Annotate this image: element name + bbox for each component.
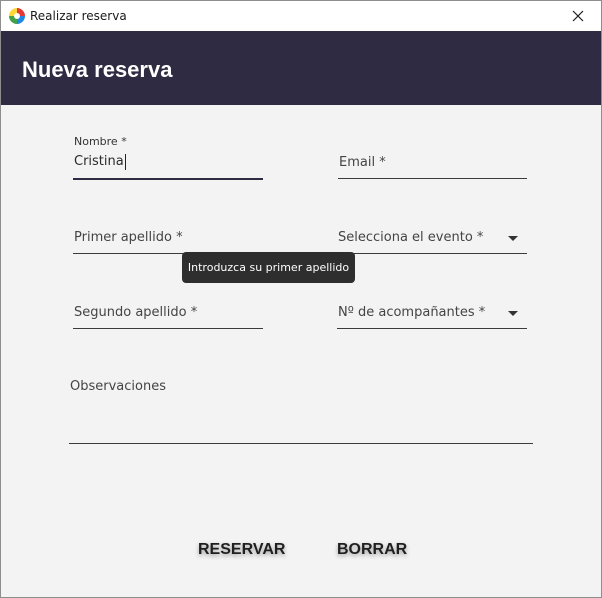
borrar-button[interactable]: BORRAR <box>331 533 413 567</box>
page-title: Nueva reserva <box>22 57 173 82</box>
evento-select[interactable]: Selecciona el evento * <box>337 207 527 254</box>
title-bar: Realizar reserva <box>1 1 601 31</box>
close-icon <box>572 10 584 22</box>
tooltip: Introduzca su primer apellido <box>182 252 355 283</box>
evento-placeholder: Selecciona el evento * <box>338 230 484 245</box>
observaciones-placeholder: Observaciones <box>70 379 166 394</box>
primer-apellido-field[interactable]: Primer apellido * <box>73 207 263 254</box>
app-window: Realizar reserva Nueva reserva Nombre * … <box>0 0 602 598</box>
nombre-input[interactable]: Cristina <box>74 154 126 170</box>
acompanantes-select[interactable]: Nº de acompañantes * <box>337 282 527 329</box>
reservar-button[interactable]: RESERVAR <box>192 533 291 567</box>
chevron-down-icon[interactable] <box>508 236 518 241</box>
nombre-field[interactable]: Nombre * Cristina <box>73 132 263 180</box>
page-header: Nueva reserva <box>1 31 601 105</box>
acompanantes-placeholder: Nº de acompañantes * <box>338 305 486 320</box>
observaciones-field[interactable]: Observaciones <box>69 377 533 444</box>
segundo-apellido-field[interactable]: Segundo apellido * <box>73 282 263 329</box>
window-title: Realizar reserva <box>30 9 127 23</box>
chevron-down-icon[interactable] <box>508 311 518 316</box>
close-button[interactable] <box>555 1 601 31</box>
app-icon <box>9 8 25 24</box>
nombre-label: Nombre * <box>74 135 127 148</box>
primer-apellido-placeholder: Primer apellido * <box>74 230 183 245</box>
email-placeholder: Email * <box>339 155 386 170</box>
email-field[interactable]: Email * <box>338 132 527 179</box>
segundo-apellido-placeholder: Segundo apellido * <box>74 305 198 320</box>
